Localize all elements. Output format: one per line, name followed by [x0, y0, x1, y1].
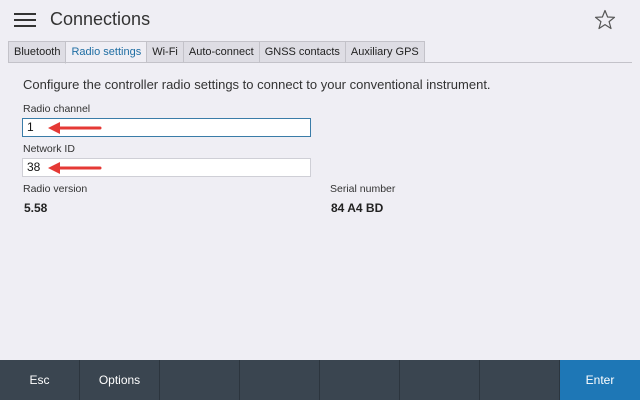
description-text: Configure the controller radio settings …	[23, 77, 491, 92]
bottom-bar: Esc Options Enter	[0, 360, 640, 400]
radio-channel-label: Radio channel	[23, 103, 91, 115]
empty-softkey	[320, 360, 400, 400]
tab-bar: Bluetooth Radio settings Wi-Fi Auto-conn…	[8, 41, 425, 64]
empty-softkey	[480, 360, 560, 400]
app-header: Connections	[0, 0, 640, 40]
empty-softkey	[400, 360, 480, 400]
tab-gnss-contacts[interactable]: GNSS contacts	[258, 41, 345, 63]
network-id-label: Network ID	[23, 143, 75, 155]
page-title: Connections	[50, 9, 151, 29]
tab-auxiliary-gps[interactable]: Auxiliary GPS	[344, 41, 425, 63]
serial-number-value: 84 A4 BD	[331, 201, 384, 215]
tab-bluetooth[interactable]: Bluetooth	[8, 41, 66, 63]
red-arrow-icon	[48, 162, 102, 174]
serial-number-label: Serial number	[330, 183, 396, 195]
star-outline-icon[interactable]	[593, 8, 617, 32]
tab-radio-settings[interactable]: Radio settings	[65, 41, 147, 64]
red-arrow-icon	[48, 122, 102, 134]
tab-divider	[8, 62, 632, 63]
hamburger-menu-icon[interactable]	[14, 12, 36, 28]
enter-button[interactable]: Enter	[560, 360, 640, 400]
radio-version-label: Radio version	[23, 183, 88, 195]
tab-auto-connect[interactable]: Auto-connect	[182, 41, 259, 63]
options-button[interactable]: Options	[80, 360, 160, 400]
empty-softkey	[160, 360, 240, 400]
empty-softkey	[240, 360, 320, 400]
tab-wi-fi[interactable]: Wi-Fi	[146, 41, 183, 63]
esc-button[interactable]: Esc	[0, 360, 80, 400]
radio-version-value: 5.58	[24, 201, 48, 215]
